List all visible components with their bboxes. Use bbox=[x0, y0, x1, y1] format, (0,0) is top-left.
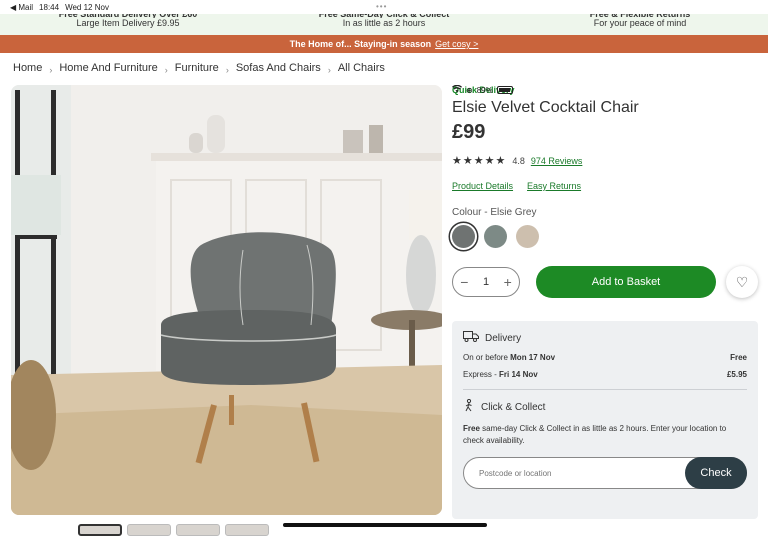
product-price: £99 bbox=[452, 121, 486, 143]
product-info: Quick Delivery Elsie Velvet Cocktail Cha… bbox=[452, 85, 758, 298]
delivery-heading: Delivery bbox=[485, 332, 522, 344]
breadcrumb: Home › Home And Furniture › Furniture › … bbox=[13, 62, 385, 75]
delivery-express-price: £5.95 bbox=[726, 370, 747, 379]
delivery-row-standard: On or before Mon 17 Nov Free bbox=[463, 353, 747, 362]
promo-delivery[interactable]: Free Standard Delivery Over £60 Large It… bbox=[0, 12, 256, 35]
battery-percent: 89% bbox=[476, 85, 493, 95]
swatch-natural[interactable] bbox=[516, 225, 539, 248]
multitask-dots-icon[interactable]: ••• bbox=[376, 2, 387, 11]
quantity-value[interactable]: 1 bbox=[483, 276, 489, 288]
banner-link[interactable]: Get cosy > bbox=[435, 39, 478, 49]
minus-icon[interactable]: − bbox=[460, 274, 468, 290]
rating-row: ★★★★★ 4.8 974 Reviews bbox=[452, 154, 758, 167]
season-banner: The Home of... Staying-in season Get cos… bbox=[0, 35, 768, 53]
status-date: Wed 12 Nov bbox=[65, 2, 109, 12]
click-collect-header: Click & Collect bbox=[463, 398, 747, 415]
promo-returns[interactable]: Free & Flexible Returns For your peace o… bbox=[512, 12, 768, 35]
location-icon: ⊕ bbox=[466, 85, 473, 95]
easy-returns-link[interactable]: Easy Returns bbox=[527, 181, 581, 191]
breadcrumb-separator: › bbox=[327, 65, 331, 75]
breadcrumb-separator: › bbox=[164, 65, 168, 75]
divider bbox=[463, 389, 747, 390]
promo-strip: Free Standard Delivery Over £60 Large It… bbox=[0, 12, 768, 35]
thumbnail-1[interactable] bbox=[78, 524, 122, 536]
swatch-sage[interactable] bbox=[484, 225, 507, 248]
product-details-link[interactable]: Product Details bbox=[452, 181, 513, 191]
thumbnail-2[interactable] bbox=[127, 524, 171, 536]
breadcrumb-separator: › bbox=[49, 65, 53, 75]
info-links: Product Details Easy Returns bbox=[452, 181, 758, 191]
status-time: 18:44 bbox=[39, 2, 60, 12]
product-image[interactable] bbox=[11, 85, 442, 515]
wifi-icon bbox=[452, 84, 462, 95]
colour-label: Colour - Elsie Grey bbox=[452, 207, 537, 218]
breadcrumb-home-furniture[interactable]: Home And Furniture bbox=[59, 62, 157, 74]
delivery-truck-icon bbox=[463, 331, 479, 345]
promo-click-collect[interactable]: Free Same-Day Click & Collect In as litt… bbox=[256, 12, 512, 35]
postcode-row: Check bbox=[463, 457, 747, 489]
swatch-elsie-grey[interactable] bbox=[452, 225, 475, 248]
banner-text: The Home of... Staying-in season bbox=[289, 39, 432, 49]
buy-row: − 1 + Add to Basket ♡ bbox=[452, 266, 758, 298]
thumbnail-3[interactable] bbox=[176, 524, 220, 536]
add-to-basket-button[interactable]: Add to Basket bbox=[536, 266, 716, 298]
click-collect-text: Free same-day Click & Collect in as litt… bbox=[463, 424, 727, 445]
back-to-mail[interactable]: ◀ Mail bbox=[10, 3, 33, 12]
status-bar: ◀ Mail 18:44 Wed 12 Nov ••• ⊕ 89% bbox=[0, 0, 768, 95]
battery-icon bbox=[496, 86, 513, 94]
reviews-link[interactable]: 974 Reviews bbox=[531, 156, 583, 166]
click-collect-heading: Click & Collect bbox=[481, 401, 546, 413]
check-button[interactable]: Check bbox=[685, 457, 747, 489]
delivery-panel: Delivery On or before Mon 17 Nov Free Ex… bbox=[452, 321, 758, 519]
thumbnail-strip bbox=[78, 524, 269, 536]
breadcrumb-sofas-chairs[interactable]: Sofas And Chairs bbox=[236, 62, 321, 74]
delivery-standard-price: Free bbox=[730, 353, 747, 362]
breadcrumb-furniture[interactable]: Furniture bbox=[175, 62, 219, 74]
breadcrumb-home[interactable]: Home bbox=[13, 62, 42, 74]
person-walking-icon bbox=[463, 398, 475, 415]
quantity-stepper: − 1 + bbox=[452, 267, 520, 297]
breadcrumb-all-chairs[interactable]: All Chairs bbox=[338, 62, 385, 74]
star-rating-icon: ★★★★★ bbox=[452, 155, 507, 167]
delivery-row-express: Express - Fri 14 Nov £5.95 bbox=[463, 370, 747, 379]
delivery-header: Delivery bbox=[463, 331, 747, 345]
plus-icon[interactable]: + bbox=[504, 274, 512, 290]
breadcrumb-separator: › bbox=[225, 65, 229, 75]
chair-photo bbox=[11, 85, 442, 515]
product-title: Elsie Velvet Cocktail Chair bbox=[452, 99, 639, 116]
wishlist-heart-icon[interactable]: ♡ bbox=[726, 266, 758, 298]
thumbnail-4[interactable] bbox=[225, 524, 269, 536]
rating-value: 4.8 bbox=[512, 155, 525, 166]
colour-swatches bbox=[452, 225, 758, 248]
home-indicator[interactable] bbox=[283, 523, 487, 527]
